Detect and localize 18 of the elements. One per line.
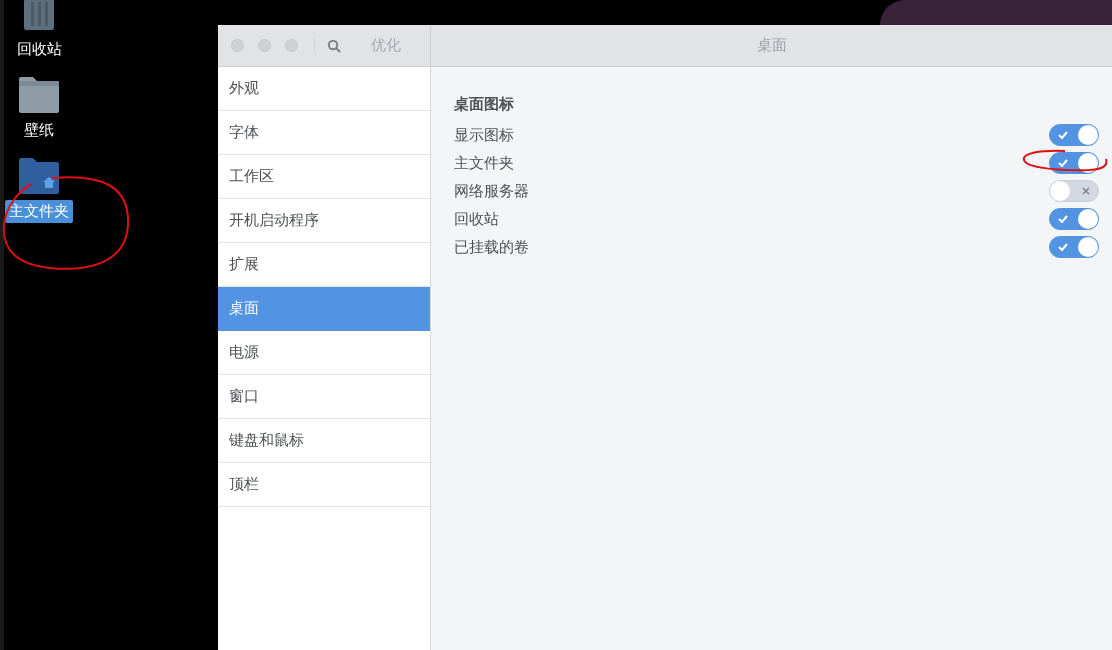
sidebar-item[interactable]: 顶栏: [218, 463, 430, 507]
sidebar-item[interactable]: 窗口: [218, 375, 430, 419]
section-heading: 桌面图标: [454, 94, 515, 115]
sidebar-item[interactable]: 外观: [218, 67, 430, 111]
sidebar-item[interactable]: 电源: [218, 331, 430, 375]
desktop-icon-label[interactable]: 回收站: [12, 38, 66, 61]
setting-label: 显示图标: [454, 125, 514, 145]
sidebar-item[interactable]: 工作区: [218, 155, 430, 199]
setting-label: 回收站: [454, 209, 499, 229]
setting-label: 已挂载的卷: [454, 237, 529, 257]
page-title: 桌面: [756, 36, 787, 55]
desktop-icon-label[interactable]: 壁纸: [20, 119, 58, 142]
sidebar-item[interactable]: 键盘和鼠标: [218, 419, 430, 463]
setting-label: 主文件夹: [454, 153, 514, 173]
sidebar-item[interactable]: 开机启动程序: [218, 199, 430, 243]
app-title: 优化: [371, 36, 401, 55]
setting-label: 网络服务器: [454, 181, 529, 201]
sidebar-item[interactable]: 字体: [218, 111, 430, 155]
